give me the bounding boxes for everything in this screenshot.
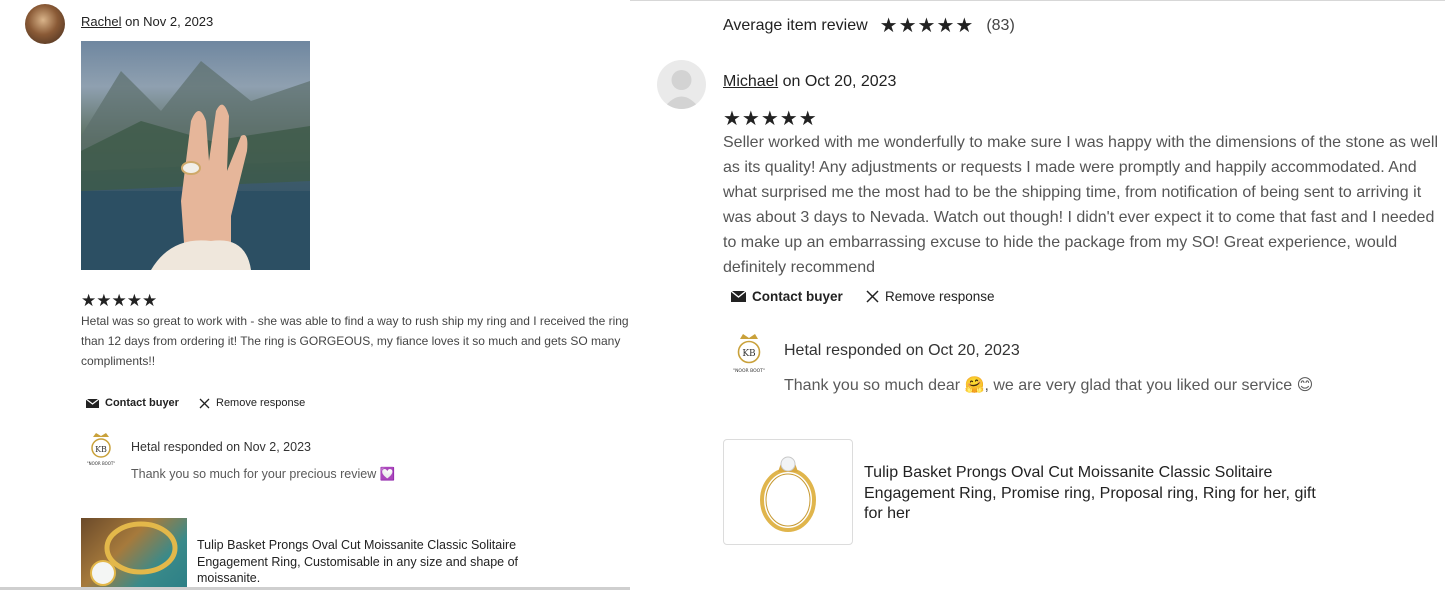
ring-photo-art xyxy=(90,521,178,586)
star-rating: ★★★★★ xyxy=(81,291,158,310)
review-text: Hetal was so great to work with - she wa… xyxy=(81,314,630,368)
star-rating: ★★★★★ xyxy=(723,108,818,130)
contact-buyer-button[interactable]: Contact buyer xyxy=(86,397,179,409)
product-title-link[interactable]: Tulip Basket Prongs Oval Cut Moissanite … xyxy=(864,463,1326,525)
product-title-link[interactable]: Tulip Basket Prongs Oval Cut Moissanite … xyxy=(197,537,527,587)
reviewer-avatar[interactable] xyxy=(25,4,65,44)
envelope-icon xyxy=(86,398,99,409)
review-meta: Michael on Oct 20, 2023 xyxy=(723,73,896,91)
ring-product-image xyxy=(760,456,816,532)
contact-buyer-button[interactable]: Contact buyer xyxy=(731,289,843,304)
shop-logo: KB "NOOR BOOT" xyxy=(729,333,769,375)
remove-response-label: Remove response xyxy=(885,289,995,304)
default-avatar-icon xyxy=(663,70,700,109)
shop-logo: KB "NOOR BOOT" xyxy=(84,432,118,468)
review-date: on Nov 2, 2023 xyxy=(125,14,214,29)
reviewer-name-link[interactable]: Rachel xyxy=(81,14,121,29)
product-thumbnail[interactable] xyxy=(81,518,187,590)
close-icon xyxy=(866,290,879,303)
review-count: (83) xyxy=(986,16,1015,34)
review-text: Seller worked with me wonderfully to mak… xyxy=(723,134,1439,276)
response-text: Thank you so much for your precious revi… xyxy=(131,467,396,481)
review-panel-left: Rachel on Nov 2, 2023 ★★★★★ Hetal was so… xyxy=(0,0,630,590)
logo-initials: KB xyxy=(95,445,107,454)
review-panel-right: Average item review ★★★★★ (83) Michael o… xyxy=(630,0,1445,590)
contact-buyer-label: Contact buyer xyxy=(752,289,843,304)
top-border xyxy=(630,0,1445,1)
logo-initials: KB xyxy=(742,349,756,359)
envelope-icon xyxy=(731,290,746,303)
remove-response-label: Remove response xyxy=(216,397,306,409)
close-icon xyxy=(199,398,210,409)
reviewer-name-link[interactable]: Michael xyxy=(723,73,778,90)
review-date: on Oct 20, 2023 xyxy=(782,73,897,90)
contact-buyer-label: Contact buyer xyxy=(105,397,179,409)
response-header: Hetal responded on Nov 2, 2023 xyxy=(131,440,311,454)
review-photo[interactable] xyxy=(81,41,310,270)
product-thumbnail[interactable] xyxy=(723,439,853,545)
hand-with-ring-photo-art xyxy=(81,61,310,270)
logo-tagline: "NOOR BOOT" xyxy=(733,368,765,374)
response-text: Thank you so much dear 🤗, we are very gl… xyxy=(784,377,1314,394)
average-star-rating: ★★★★★ xyxy=(879,15,975,37)
logo-tagline: "NOOR BOOT" xyxy=(87,461,116,466)
reviewer-avatar[interactable] xyxy=(657,60,706,109)
average-review-bar: Average item review ★★★★★ (83) xyxy=(723,13,1015,38)
remove-response-button[interactable]: Remove response xyxy=(199,397,305,409)
response-header: Hetal responded on Oct 20, 2023 xyxy=(784,342,1020,359)
remove-response-button[interactable]: Remove response xyxy=(866,289,995,304)
average-review-label: Average item review xyxy=(723,16,868,34)
review-meta: Rachel on Nov 2, 2023 xyxy=(81,14,213,29)
